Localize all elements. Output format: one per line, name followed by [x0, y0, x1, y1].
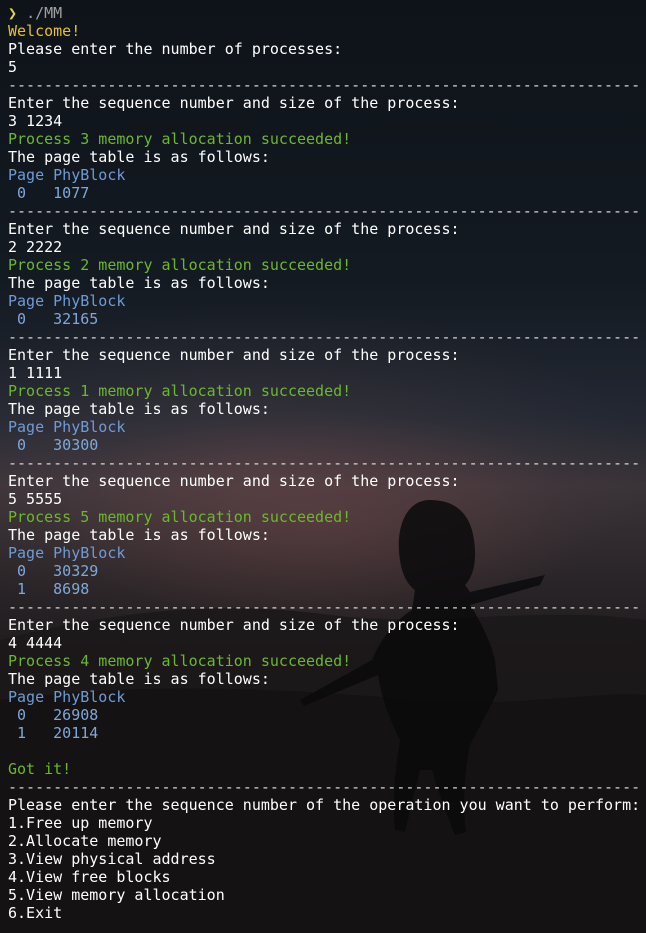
welcome-message: Welcome!: [8, 22, 81, 40]
process-count-input: 5: [8, 58, 18, 76]
page-table-row: 0 32165: [8, 310, 99, 328]
sequence-size-prompt: Enter the sequence number and size of th…: [8, 94, 460, 112]
menu-item-view-memory-allocation: 5.View memory allocation: [8, 886, 225, 904]
page-table-header: Page PhyBlock: [8, 544, 126, 562]
menu-item-allocate-memory: 2.Allocate memory: [8, 832, 162, 850]
separator-line: ----------------------------------------…: [8, 202, 641, 220]
sequence-size-input: 2 2222: [8, 238, 63, 256]
sequence-size-input: 5 5555: [8, 490, 63, 508]
separator-line: ----------------------------------------…: [8, 76, 641, 94]
page-table-row: 0 30300: [8, 436, 99, 454]
page-table-header: Page PhyBlock: [8, 418, 126, 436]
menu-prompt: Please enter the sequence number of the …: [8, 796, 641, 814]
command-text: ./MM: [26, 4, 63, 22]
page-table-header: Page PhyBlock: [8, 688, 126, 706]
sequence-size-input: 1 1111: [8, 364, 63, 382]
page-table-header: Page PhyBlock: [8, 292, 126, 310]
shell-prompt-line: ❯ ./MM: [8, 4, 646, 22]
menu-item-free-memory: 1.Free up memory: [8, 814, 153, 832]
got-it-message: Got it!: [8, 760, 72, 778]
page-table-row: 0 26908: [8, 706, 99, 724]
page-table-title: The page table is as follows:: [8, 670, 270, 688]
sequence-size-input: 3 1234: [8, 112, 63, 130]
allocation-success-message: Process 3 memory allocation succeeded!: [8, 130, 352, 148]
page-table-title: The page table is as follows:: [8, 526, 270, 544]
page-table-row: 1 20114: [8, 724, 99, 742]
separator-line: ----------------------------------------…: [8, 598, 641, 616]
separator-line: ----------------------------------------…: [8, 778, 641, 796]
sequence-size-prompt: Enter the sequence number and size of th…: [8, 220, 460, 238]
menu-item-view-physical-address: 3.View physical address: [8, 850, 216, 868]
sequence-size-input: 4 4444: [8, 634, 63, 652]
process-count-prompt: Please enter the number of processes:: [8, 40, 343, 58]
sequence-size-prompt: Enter the sequence number and size of th…: [8, 346, 460, 364]
terminal-output[interactable]: ❯ ./MM Welcome! Please enter the number …: [0, 0, 646, 922]
page-table-row: 0 30329: [8, 562, 99, 580]
allocation-success-message: Process 2 memory allocation succeeded!: [8, 256, 352, 274]
sequence-size-prompt: Enter the sequence number and size of th…: [8, 472, 460, 490]
allocation-success-message: Process 4 memory allocation succeeded!: [8, 652, 352, 670]
page-table-title: The page table is as follows:: [8, 148, 270, 166]
separator-line: ----------------------------------------…: [8, 328, 641, 346]
page-table-row: 0 1077: [8, 184, 90, 202]
allocation-success-message: Process 1 memory allocation succeeded!: [8, 382, 352, 400]
menu-item-view-free-blocks: 4.View free blocks: [8, 868, 171, 886]
page-table-title: The page table is as follows:: [8, 274, 270, 292]
sequence-size-prompt: Enter the sequence number and size of th…: [8, 616, 460, 634]
separator-line: ----------------------------------------…: [8, 454, 641, 472]
page-table-header: Page PhyBlock: [8, 166, 126, 184]
prompt-symbol: ❯: [8, 4, 18, 22]
page-table-title: The page table is as follows:: [8, 400, 270, 418]
page-table-row: 1 8698: [8, 580, 90, 598]
allocation-success-message: Process 5 memory allocation succeeded!: [8, 508, 352, 526]
menu-item-exit: 6.Exit: [8, 904, 63, 922]
